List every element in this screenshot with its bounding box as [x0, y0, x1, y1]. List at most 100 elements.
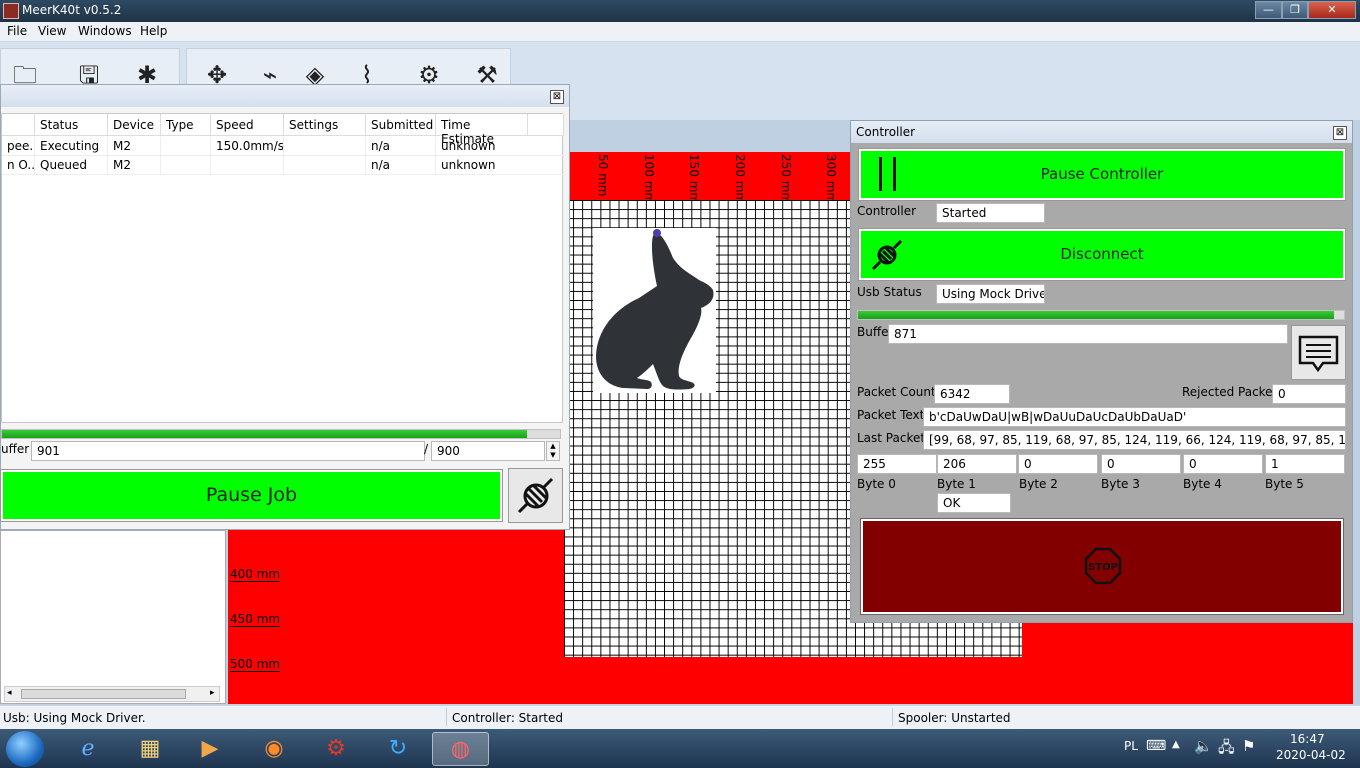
table-cell-submitted[interactable]: n/a	[366, 137, 436, 156]
table-cell-estimate[interactable]: unknown	[436, 137, 564, 156]
table-cell-status[interactable]: Queued	[35, 156, 108, 175]
ruler-label: 400 mm	[230, 567, 281, 582]
column-header-status[interactable]: Status	[35, 114, 108, 136]
close-button[interactable]: ✕	[1308, 1, 1356, 19]
table-cell-settings[interactable]	[284, 156, 366, 175]
table-cell-name[interactable]: pee...	[2, 137, 35, 156]
status-bar: Usb: Using Mock Driver. Controller: Star…	[0, 705, 1360, 729]
column-header-type[interactable]: Type	[161, 114, 211, 136]
media-player-icon[interactable]: ▶	[188, 732, 232, 766]
table-cell-speed[interactable]	[211, 156, 284, 175]
pause-controller-button[interactable]: Pause Controller	[858, 148, 1346, 201]
network-icon[interactable]: 🖧	[1218, 737, 1235, 762]
tray-expand-icon[interactable]: ▲	[1172, 739, 1180, 750]
maximize-button[interactable]: ❐	[1282, 1, 1308, 19]
byte-0-field[interactable]: 255	[857, 454, 937, 474]
last-packet-field[interactable]: [99, 68, 97, 85, 119, 68, 97, 85, 124, 1…	[923, 430, 1346, 450]
controller-state-field[interactable]: Started	[936, 203, 1045, 223]
table-cell-status[interactable]: Executing	[35, 137, 108, 156]
emergency-stop-button[interactable]: STOP	[860, 518, 1344, 615]
column-header-time-estimate[interactable]: Time Estimate	[436, 114, 528, 146]
menu-help[interactable]: Help	[140, 24, 167, 38]
column-header-device[interactable]: Device	[108, 114, 161, 136]
packet-text-field[interactable]: b'cDaUwDaU|wB|wDaUuDaUcDaUbDaUaD'	[923, 407, 1346, 427]
tree-panel[interactable]	[0, 530, 226, 704]
controller-window: Controller ⊠ Pause Controller Controller…	[850, 120, 1353, 623]
table-cell-device[interactable]: M2	[108, 137, 161, 156]
spooler-table: Status Device Type Speed Settings Submit…	[1, 113, 564, 423]
spooler-progress-fill	[2, 430, 527, 438]
pause-controller-label: Pause Controller	[1040, 165, 1164, 183]
spooler-buffer-label: uffer	[1, 442, 30, 456]
minimize-button[interactable]: —	[1255, 1, 1282, 19]
scroll-right-icon[interactable]: ▸	[210, 688, 215, 698]
action-center-icon[interactable]: ⚑	[1242, 737, 1255, 755]
disconnect-spooler-button[interactable]	[508, 468, 563, 523]
packet-log-button[interactable]	[1291, 325, 1346, 380]
pause-icon	[877, 157, 901, 193]
volume-icon[interactable]: 🔈	[1194, 737, 1213, 755]
scrollbar-thumb[interactable]	[21, 689, 186, 699]
column-header-speed[interactable]: Speed	[211, 114, 284, 136]
table-cell-settings[interactable]	[284, 137, 366, 156]
table-cell-estimate[interactable]: unknown	[436, 156, 564, 175]
clock-date[interactable]: 2020-04-02	[1276, 748, 1346, 762]
status-divider	[446, 708, 447, 726]
spooler-buffer-max-field[interactable]: 900	[431, 441, 545, 461]
column-header-settings[interactable]: Settings	[284, 114, 366, 136]
rejected-packets-field[interactable]: 0	[1272, 384, 1346, 404]
table-cell-device[interactable]: M2	[108, 156, 161, 175]
byte-5-field[interactable]: 1	[1265, 454, 1345, 474]
table-cell-type[interactable]	[161, 156, 211, 175]
column-header-extra[interactable]	[528, 114, 564, 136]
byte-1-label: Byte 1	[937, 477, 976, 491]
byte-4-field[interactable]: 0	[1183, 454, 1263, 474]
language-indicator[interactable]: PL	[1124, 739, 1138, 753]
horizontal-scrollbar[interactable]: ◂ ▸	[4, 686, 220, 702]
table-cell-type[interactable]	[161, 137, 211, 156]
rabbit-image[interactable]	[593, 228, 716, 393]
update-icon[interactable]: ↻	[376, 732, 420, 766]
clock-time[interactable]: 16:47	[1290, 732, 1325, 746]
disconnect-button[interactable]: Disconnect	[858, 228, 1346, 281]
byte-status-field[interactable]: OK	[937, 493, 1011, 513]
controller-progress-fill	[858, 311, 1335, 319]
byte-1-field[interactable]: 206	[937, 454, 1017, 474]
status-controller: Controller: Started	[452, 711, 563, 725]
column-header-name[interactable]	[2, 114, 35, 136]
byte-2-label: Byte 2	[1019, 477, 1058, 491]
status-spooler: Spooler: Unstarted	[898, 711, 1011, 725]
controller-progress-bar	[857, 310, 1345, 320]
spooler-title-bar[interactable]	[1, 85, 569, 107]
byte-0-label: Byte 0	[857, 477, 896, 491]
table-cell-name[interactable]: n O...	[2, 156, 35, 175]
buffer-spinner[interactable]: ▲ ▼	[546, 441, 560, 461]
meerk40t-task-icon[interactable]: ◍	[432, 732, 489, 766]
menu-view[interactable]: View	[38, 24, 66, 38]
byte-2-field[interactable]: 0	[1018, 454, 1098, 474]
menu-file[interactable]: File	[7, 24, 27, 38]
firefox-icon[interactable]: ◉	[252, 732, 296, 766]
packet-count-field[interactable]: 6342	[934, 384, 1010, 404]
explorer-icon[interactable]: ▦	[128, 732, 172, 766]
keyboard-icon[interactable]: ⌨	[1146, 738, 1166, 754]
spooler-close-button[interactable]: ⊠	[550, 90, 564, 104]
unplug-icon	[871, 239, 903, 271]
start-button[interactable]	[6, 731, 44, 767]
spooler-window: ⊠ Status Device Type Speed Settings Subm…	[0, 84, 570, 530]
controller-title-bar[interactable]: Controller ⊠	[851, 121, 1352, 143]
table-cell-speed[interactable]: 150.0mm/s	[211, 137, 284, 156]
usb-status-field[interactable]: Using Mock Driver.	[936, 284, 1045, 304]
app-icon[interactable]: ⚙	[314, 732, 358, 766]
table-cell-submitted[interactable]: n/a	[366, 156, 436, 175]
spooler-buffer-field[interactable]: 901	[31, 441, 425, 461]
buffer-field[interactable]: 871	[888, 324, 1288, 344]
controller-close-button[interactable]: ⊠	[1333, 126, 1347, 140]
byte-3-field[interactable]: 0	[1101, 454, 1181, 474]
pause-job-button[interactable]: Pause Job	[0, 469, 503, 522]
disconnect-label: Disconnect	[1060, 245, 1144, 263]
menu-windows[interactable]: Windows	[78, 24, 132, 38]
ie-icon[interactable]: ℯ	[66, 732, 110, 766]
column-header-submitted[interactable]: Submitted	[366, 114, 436, 136]
scroll-left-icon[interactable]: ◂	[7, 688, 12, 698]
